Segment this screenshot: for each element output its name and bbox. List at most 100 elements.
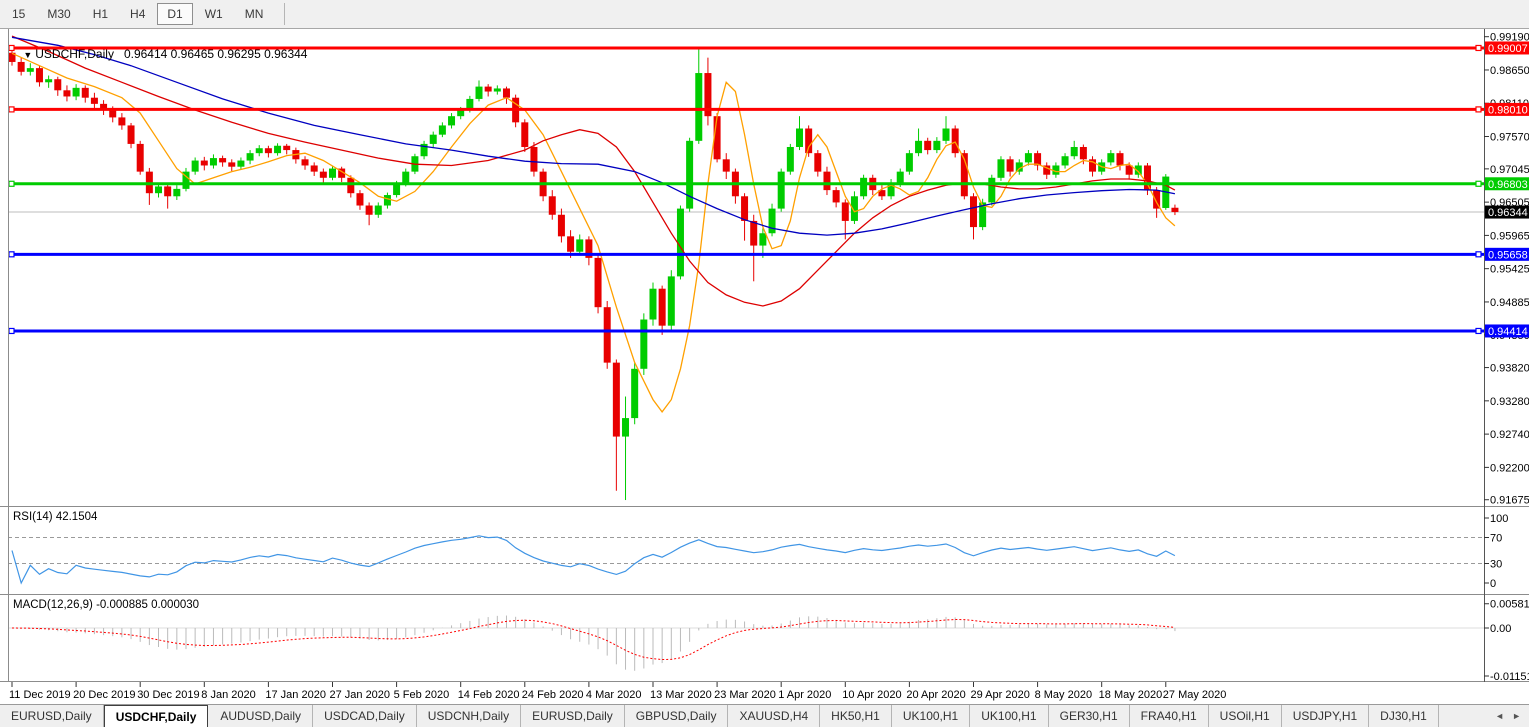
candle-body bbox=[375, 206, 382, 215]
candle-body bbox=[640, 320, 647, 369]
candle-body bbox=[283, 146, 290, 150]
chart-canvas[interactable]: 0.991900.986500.981100.975700.970450.965… bbox=[0, 0, 1529, 727]
date-tick-label: 14 Feb 2020 bbox=[458, 689, 520, 701]
tab-xauusd-h4[interactable]: XAUUSD,H4 bbox=[728, 705, 820, 727]
candle-body bbox=[219, 158, 226, 162]
rsi-axis-label: 30 bbox=[1490, 559, 1502, 571]
candle-body bbox=[329, 169, 336, 178]
tab-eurusd-daily[interactable]: EURUSD,Daily bbox=[521, 705, 625, 727]
tab-uk100-h1[interactable]: UK100,H1 bbox=[970, 705, 1048, 727]
candle-body bbox=[988, 178, 995, 203]
date-tick-label: 23 Mar 2020 bbox=[714, 689, 776, 701]
candle-body bbox=[210, 158, 217, 165]
symbol-marker-icon: ▼ bbox=[23, 50, 32, 60]
candle-body bbox=[439, 125, 446, 134]
macd-axis-label: 0.00 bbox=[1490, 623, 1511, 635]
tabs-scroll-right-icon[interactable]: ► bbox=[1512, 711, 1521, 721]
candle-body bbox=[805, 129, 812, 154]
candle-body bbox=[63, 90, 70, 96]
date-tick-label: 29 Apr 2020 bbox=[970, 689, 1029, 701]
hline-price-label: 0.98010 bbox=[1488, 104, 1528, 116]
candle-body bbox=[366, 206, 373, 215]
price-axis-tick-label: 0.92200 bbox=[1490, 462, 1529, 474]
candle-body bbox=[73, 88, 80, 97]
candle-body bbox=[247, 153, 254, 160]
tab-dj30-h1[interactable]: DJ30,H1 bbox=[1369, 705, 1439, 727]
candle-body bbox=[769, 209, 776, 234]
candle-body bbox=[164, 186, 171, 196]
tab-usdcnh-daily[interactable]: USDCNH,Daily bbox=[417, 705, 521, 727]
macd-axis-label: -0.011515 bbox=[1490, 671, 1529, 683]
candle-body bbox=[476, 87, 483, 99]
line-handle-icon[interactable] bbox=[1476, 181, 1481, 186]
price-axis-tick-label: 0.95965 bbox=[1490, 230, 1529, 242]
tab-hk50-h1[interactable]: HK50,H1 bbox=[820, 705, 892, 727]
line-handle-icon[interactable] bbox=[1476, 328, 1481, 333]
line-handle-icon[interactable] bbox=[1476, 45, 1481, 50]
rsi-indicator-label: RSI(14) 42.1504 bbox=[13, 511, 97, 523]
candle-body bbox=[91, 98, 98, 104]
candle-body bbox=[943, 129, 950, 141]
candle-body bbox=[192, 161, 199, 172]
candle-body bbox=[521, 122, 528, 147]
price-axis-tick-label: 0.97045 bbox=[1490, 164, 1529, 176]
candle-body bbox=[274, 146, 281, 153]
candle-body bbox=[604, 307, 611, 362]
candle-body bbox=[842, 202, 849, 220]
candle-body bbox=[448, 116, 455, 125]
candle-body bbox=[237, 161, 244, 167]
candle-body bbox=[833, 190, 840, 202]
candle-body bbox=[82, 88, 89, 98]
date-tick-label: 4 Mar 2020 bbox=[586, 689, 642, 701]
candle-body bbox=[924, 141, 931, 150]
chart-symbol-label: USDCHF,Daily bbox=[35, 47, 114, 61]
candle-body bbox=[1116, 153, 1123, 165]
tab-ger30-h1[interactable]: GER30,H1 bbox=[1049, 705, 1130, 727]
candle-body bbox=[1062, 156, 1069, 165]
tabs-scroll-left-icon[interactable]: ◄ bbox=[1495, 711, 1504, 721]
hline-price-label: 0.94414 bbox=[1488, 326, 1528, 338]
candle-body bbox=[118, 117, 125, 125]
tab-usdcad-daily[interactable]: USDCAD,Daily bbox=[313, 705, 417, 727]
tab-usdchf-daily[interactable]: USDCHF,Daily bbox=[104, 705, 209, 727]
candle-body bbox=[494, 88, 501, 91]
line-handle-icon[interactable] bbox=[1476, 252, 1481, 257]
candle-body bbox=[558, 215, 565, 237]
line-handle-icon[interactable] bbox=[1476, 107, 1481, 112]
candle-body bbox=[137, 144, 144, 172]
candle-body bbox=[649, 289, 656, 320]
date-tick-label: 5 Feb 2020 bbox=[394, 689, 450, 701]
candle-body bbox=[1107, 153, 1114, 162]
candle-body bbox=[778, 172, 785, 209]
line-handle-icon[interactable] bbox=[9, 252, 14, 257]
candle-body bbox=[311, 165, 318, 171]
macd-axis-label: 0.005818 bbox=[1490, 599, 1529, 611]
candle-body bbox=[45, 79, 52, 82]
tab-audusd-daily[interactable]: AUDUSD,Daily bbox=[209, 705, 313, 727]
tab-eurusd-daily[interactable]: EURUSD,Daily bbox=[0, 705, 104, 727]
candle-body bbox=[631, 369, 638, 418]
chart-ohlc-readout: 0.96414 0.96465 0.96295 0.96344 bbox=[124, 47, 308, 61]
candle-body bbox=[814, 153, 821, 171]
candle-body bbox=[256, 148, 263, 153]
chart-tabs: EURUSD,DailyUSDCHF,DailyAUDUSD,DailyUSDC… bbox=[0, 704, 1529, 727]
candle-body bbox=[265, 148, 272, 153]
candle-body bbox=[503, 88, 510, 97]
tab-usdjpy-h1[interactable]: USDJPY,H1 bbox=[1282, 705, 1369, 727]
tab-fra40-h1[interactable]: FRA40,H1 bbox=[1130, 705, 1209, 727]
price-axis-tick-label: 0.97570 bbox=[1490, 132, 1529, 144]
candle-body bbox=[796, 129, 803, 147]
candle-body bbox=[576, 239, 583, 251]
price-axis-tick-label: 0.95425 bbox=[1490, 264, 1529, 276]
tab-usoil-h1[interactable]: USOil,H1 bbox=[1209, 705, 1282, 727]
line-handle-icon[interactable] bbox=[9, 107, 14, 112]
candle-body bbox=[860, 178, 867, 196]
tab-gbpusd-daily[interactable]: GBPUSD,Daily bbox=[625, 705, 729, 727]
rsi-axis-label: 70 bbox=[1490, 533, 1502, 545]
candle-body bbox=[759, 233, 766, 245]
candle-body bbox=[356, 193, 363, 205]
candle-body bbox=[173, 189, 180, 196]
line-handle-icon[interactable] bbox=[9, 181, 14, 186]
line-handle-icon[interactable] bbox=[9, 328, 14, 333]
tab-uk100-h1[interactable]: UK100,H1 bbox=[892, 705, 970, 727]
